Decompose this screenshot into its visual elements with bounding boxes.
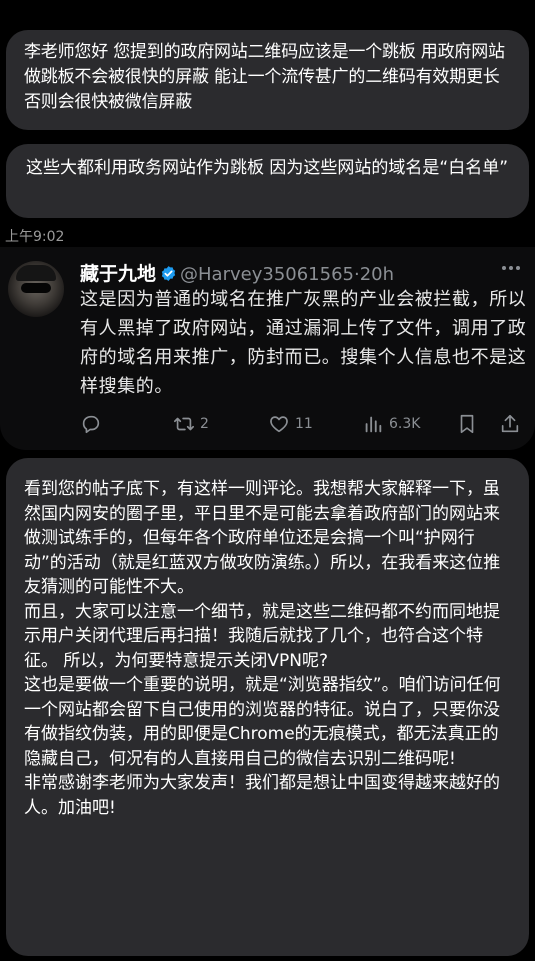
- message-text: 这些大都利用政务网站作为跳板 因为这些网站的域名是“白名单”: [26, 158, 509, 178]
- message-paragraph: 看到您的帖子底下，有这样一则评论。我想帮大家解释一下，虽然国内网安的圈子里，平日…: [24, 479, 501, 597]
- avatar: [8, 261, 64, 317]
- tweet-age: 20h: [359, 264, 395, 285]
- more-icon[interactable]: [501, 265, 521, 271]
- tweet-author-row: 藏于九地 @Harvey35061565·20h: [80, 259, 394, 286]
- message-timestamp: 上午9:02: [5, 229, 65, 245]
- retweet-button[interactable]: 2: [173, 412, 209, 436]
- views-button[interactable]: 6.3K: [362, 412, 420, 436]
- share-button[interactable]: [499, 412, 521, 436]
- tweet-text: 这是因为普通的域名在推广灰黑的产业会被拦截，所以有人黑掉了政府网站，通过漏洞上传…: [80, 289, 527, 397]
- message-bubble-3[interactable]: 看到您的帖子底下，有这样一则评论。我想帮大家解释一下，虽然国内网安的圈子里，平日…: [6, 458, 529, 956]
- author-handle: @Harvey35061565: [180, 264, 354, 285]
- bookmark-button[interactable]: [456, 412, 478, 436]
- reply-icon: [82, 415, 100, 434]
- views-icon: [365, 416, 382, 433]
- share-icon: [501, 414, 519, 433]
- verified-icon: [161, 266, 176, 281]
- reply-button[interactable]: [80, 412, 102, 436]
- message-paragraph: 这也是要做一个重要的说明，就是“浏览器指纹”。咱们访问任何一个网站都会留下自己使…: [24, 675, 501, 769]
- tweet-actions-bar: 2 11 6.3K: [0, 410, 535, 438]
- bookmark-icon: [460, 414, 474, 434]
- tweet-screenshot-card[interactable]: 藏于九地 @Harvey35061565·20h 这是因为普通的域名在推广灰黑的产…: [0, 247, 535, 450]
- like-icon: [270, 416, 288, 433]
- message-bubble-2[interactable]: 这些大都利用政务网站作为跳板 因为这些网站的域名是“白名单”: [6, 144, 529, 218]
- message-text: 李老师您好 您提到的政府网站二维码应该是一个跳板 用政府网站做跳板不会被很快的屏…: [24, 42, 505, 112]
- retweet-count: 2: [200, 416, 209, 432]
- retweet-icon: [174, 417, 194, 431]
- message-bubble-1[interactable]: 李老师您好 您提到的政府网站二维码应该是一个跳板 用政府网站做跳板不会被很快的屏…: [6, 30, 529, 130]
- author-name: 藏于九地: [80, 263, 157, 285]
- like-count: 11: [295, 416, 313, 432]
- message-paragraph: 非常感谢李老师为大家发声！我们都是想让中国变得越来越好的人。加油吧!: [24, 773, 500, 818]
- like-button[interactable]: 11: [268, 412, 313, 436]
- message-paragraph: 而且，大家可以注意一个细节，就是这些二维码都不约而同地提示用户关闭代理后再扫描！…: [24, 601, 500, 671]
- views-count: 6.3K: [389, 416, 421, 432]
